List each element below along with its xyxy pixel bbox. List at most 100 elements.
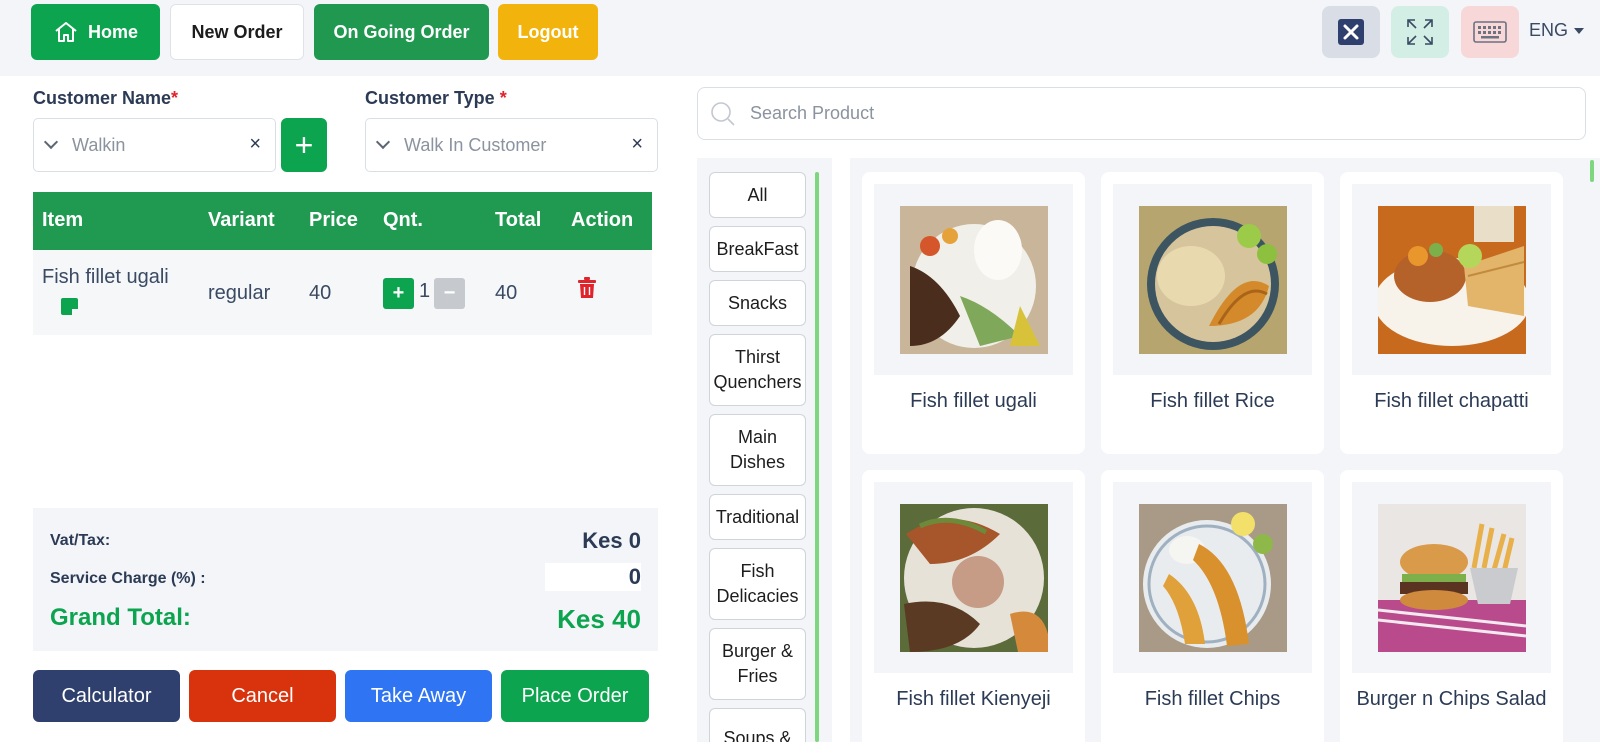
grand-total-label: Grand Total: [50,604,191,631]
delete-item-button[interactable] [577,277,597,305]
category-scrollbar[interactable] [815,172,819,742]
row-qty: 1 [419,280,431,302]
home-button[interactable]: Home [31,4,160,60]
category-label: Snacks [727,292,788,313]
category-burger-fries[interactable]: Burger & Fries [709,628,806,700]
product-name: Burger n Chips Salad [1356,688,1547,710]
product-name: Fish fillet chapatti [1374,390,1529,412]
product-card[interactable]: Burger n Chips Salad [1340,470,1563,742]
caret-down-icon [1574,27,1585,34]
col-total: Total [495,209,542,231]
totals-panel: Vat/Tax: Kes 0 Service Charge (%) : 0 Gr… [33,508,658,651]
customer-type-label-text: Customer Type [365,88,495,108]
category-fish-delicacies[interactable]: Fish Delicacies [709,548,806,620]
customer-type-select[interactable]: Walk In Customer × [365,118,658,172]
logout-button[interactable]: Logout [498,4,598,60]
product-image [1113,482,1312,673]
product-card[interactable]: Fish fillet ugali [862,172,1085,454]
place-order-button[interactable]: Place Order [501,670,649,722]
new-order-button[interactable]: New Order [170,4,304,60]
close-icon [1338,19,1364,45]
order-table-header: Item Variant Price Qnt. Total Action [33,192,652,250]
top-bar: Home New Order On Going Order Logout ENG [0,0,1600,76]
customer-name-label: Customer Name* [33,88,178,109]
vat-label: Vat/Tax: [50,532,111,549]
logout-label: Logout [517,21,579,42]
product-card[interactable]: Fish fillet Kienyeji [862,470,1085,742]
product-name: Fish fillet Chips [1144,688,1281,710]
product-card[interactable]: Fish fillet Chips [1101,470,1324,742]
category-thirst-quenchers[interactable]: Thirst Quenchers [709,334,806,406]
product-image [1113,184,1312,375]
table-row: Fish fillet ugali regular 40 + 1 − 40 [33,250,652,335]
language-label: ENG [1529,20,1569,40]
category-label: BreakFast [716,238,799,259]
category-all[interactable]: All [709,172,806,218]
col-item: Item [42,209,84,231]
customer-type-label: Customer Type * [365,88,507,109]
product-name: Fish fillet ugali [910,390,1037,412]
service-charge-input[interactable] [545,563,641,591]
required-marker: * [499,88,507,108]
increase-qty-button[interactable]: + [383,278,414,309]
row-item-name: Fish fillet ugali [42,266,169,288]
home-icon [55,22,77,42]
ongoing-order-button[interactable]: On Going Order [314,4,489,60]
plus-icon: + [294,126,314,163]
product-image [1352,184,1551,375]
chevron-down-icon [375,134,391,150]
decrease-qty-button[interactable]: − [434,278,465,309]
close-window-button[interactable] [1322,6,1380,58]
search-icon [711,101,735,126]
category-label: Soups & [723,727,792,742]
product-image [874,184,1073,375]
take-away-button[interactable]: Take Away [345,670,492,722]
category-label: Main Dishes [729,427,786,472]
product-scrollbar[interactable] [1590,160,1594,182]
category-label: All [747,184,768,205]
clear-icon[interactable]: × [631,133,643,156]
category-snacks[interactable]: Snacks [709,280,806,326]
chevron-down-icon [43,134,59,150]
required-marker: * [171,88,179,108]
category-traditional[interactable]: Traditional [709,494,806,540]
category-label: Traditional [715,506,800,527]
customer-name-select[interactable]: Walkin × [33,118,276,172]
category-soups[interactable]: Soups & [709,708,806,742]
vat-value: Kes 0 [582,528,641,553]
take-away-label: Take Away [370,684,467,707]
clear-icon[interactable]: × [249,133,261,156]
col-qnt: Qnt. [383,209,423,231]
col-action: Action [571,209,634,231]
product-card[interactable]: Fish fillet Rice [1101,172,1324,454]
product-card[interactable]: Fish fillet chapatti [1340,172,1563,454]
fullscreen-button[interactable] [1391,6,1449,58]
customer-type-value: Walk In Customer [404,134,547,155]
language-dropdown[interactable]: ENG [1529,20,1585,41]
product-name: Fish fillet Kienyeji [896,688,1051,710]
product-grid: Fish fillet ugali Fish fillet Rice Fish … [850,158,1600,742]
category-label: Thirst Quenchers [713,347,802,392]
customer-name-value: Walkin [72,134,126,155]
note-icon[interactable] [61,298,78,315]
row-total: 40 [495,282,518,304]
grand-total-value: Kes 40 [557,604,641,634]
keyboard-button[interactable] [1461,6,1519,58]
calculator-button[interactable]: Calculator [33,670,180,722]
service-charge-label: Service Charge (%) : [50,570,206,587]
category-breakfast[interactable]: BreakFast [709,226,806,272]
row-variant: regular [208,282,271,304]
trash-icon [578,277,596,298]
category-label: Fish Delicacies [716,561,799,606]
add-customer-button[interactable]: + [281,118,327,172]
ongoing-order-label: On Going Order [333,21,470,42]
category-main-dishes[interactable]: Main Dishes [709,414,806,486]
row-price: 40 [309,282,332,304]
product-name: Fish fillet Rice [1150,390,1275,412]
customer-name-label-text: Customer Name [33,88,172,108]
col-variant: Variant [208,209,275,231]
cancel-button[interactable]: Cancel [189,670,336,722]
col-price: Price [309,209,358,231]
search-input[interactable] [750,103,1550,124]
home-button-label: Home [87,21,138,42]
